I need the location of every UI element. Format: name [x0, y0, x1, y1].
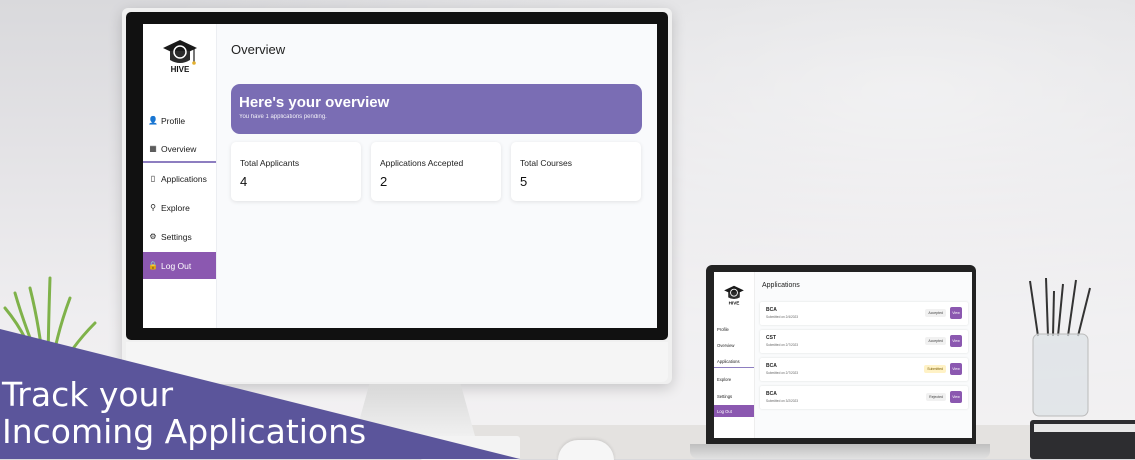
- banner-subtext: You have 1 applications pending.: [239, 114, 327, 120]
- page-title: Overview: [231, 42, 286, 57]
- monitor-bezel: HIVE 👤 Profile ▦ Overview ▯ Applications…: [126, 12, 668, 340]
- user-icon: 👤: [148, 116, 158, 125]
- banner-heading: Here's your overview: [239, 94, 390, 111]
- stat-value: 4: [240, 174, 248, 189]
- stat-value: 5: [520, 174, 528, 189]
- course-name: BCA: [766, 363, 777, 369]
- hive-logo: HIVE: [724, 285, 744, 305]
- sidebar-item-label: Log Out: [161, 260, 192, 271]
- view-button[interactable]: View: [950, 363, 962, 375]
- stat-label: Total Applicants: [240, 158, 300, 168]
- sidebar-item-label: Settings: [717, 393, 733, 399]
- view-button[interactable]: View: [950, 307, 962, 319]
- view-button[interactable]: View: [950, 335, 962, 347]
- sidebar-item-profile[interactable]: 👤 Profile: [143, 108, 216, 134]
- overview-banner: Here's your overview You have 1 applicat…: [231, 84, 642, 134]
- stat-label: Total Courses: [520, 158, 572, 168]
- sidebar-item-label: Log Out: [717, 408, 732, 414]
- sidebar-item-label: Overview: [161, 144, 197, 154]
- sidebar-item-explore[interactable]: Explore: [714, 373, 754, 385]
- sidebar-item-applications[interactable]: ▯ Applications: [143, 166, 216, 192]
- submitted-date: Submitted on 2/4/2023: [766, 315, 799, 319]
- submitted-date: Submitted on 2/7/2023: [766, 371, 799, 375]
- sidebar-item-logout[interactable]: Log Out: [714, 405, 754, 417]
- status-badge: Accepted: [925, 309, 946, 317]
- sidebar-item-label: Applications: [161, 174, 207, 184]
- view-button[interactable]: View: [950, 391, 962, 403]
- books-decoration: [1030, 420, 1135, 459]
- sidebar-item-label: Applications: [717, 359, 740, 364]
- caption-line-1: Track your: [2, 375, 174, 414]
- sidebar-item-overview[interactable]: Overview: [714, 339, 754, 351]
- stat-card-total-applicants: Total Applicants 4: [231, 142, 361, 201]
- sidebar-item-label: Explore: [717, 376, 732, 382]
- svg-text:HIVE: HIVE: [729, 300, 740, 305]
- laptop-sidebar: HIVE Profile Overview Applications Explo…: [714, 272, 755, 438]
- submitted-date: Submitted on 2/7/2023: [766, 343, 799, 347]
- desktop-monitor: HIVE 👤 Profile ▦ Overview ▯ Applications…: [122, 8, 672, 384]
- sidebar-item-settings[interactable]: ⚙ Settings: [143, 224, 216, 250]
- sidebar-item-label: Settings: [161, 232, 192, 242]
- dashboard-icon: ▦: [149, 144, 157, 153]
- stat-card-total-courses: Total Courses 5: [511, 142, 641, 201]
- laptop-screen: HIVE Profile Overview Applications Explo…: [714, 272, 972, 438]
- application-row: BCA Submitted on 2/7/2023 Submitted View: [760, 358, 968, 381]
- application-row: CST Submitted on 2/7/2023 Accepted View: [760, 330, 968, 353]
- caption-line-2: Incoming Applications: [2, 412, 367, 451]
- sidebar-item-label: Explore: [161, 203, 190, 213]
- stat-card-applications-accepted: Applications Accepted 2: [371, 142, 501, 201]
- sidebar-item-label: Profile: [161, 116, 186, 126]
- sidebar-item-profile[interactable]: Profile: [714, 323, 754, 335]
- sidebar-item-overview[interactable]: ▦ Overview: [143, 137, 216, 163]
- page-title: Applications: [762, 282, 800, 289]
- submitted-date: Submitted on 3/2/2023: [766, 399, 799, 403]
- course-name: BCA: [766, 391, 777, 397]
- sidebar-item-explore[interactable]: ⚲ Explore: [143, 195, 216, 221]
- application-row: BCA Submitted on 2/4/2023 Accepted View: [760, 302, 968, 325]
- sidebar-item-label: Profile: [717, 326, 729, 332]
- course-name: CST: [766, 335, 776, 341]
- hive-logo: HIVE: [163, 40, 197, 74]
- stat-value: 2: [380, 174, 388, 189]
- pencil-cup-decoration: [1029, 277, 1091, 417]
- document-icon: ▯: [150, 174, 156, 183]
- application-row: BCA Submitted on 3/2/2023 Rejected View: [760, 386, 968, 409]
- sidebar-item-settings[interactable]: Settings: [714, 390, 754, 402]
- status-badge: Rejected: [926, 393, 946, 401]
- mouse: [558, 440, 614, 460]
- laptop: HIVE Profile Overview Applications Explo…: [706, 265, 976, 445]
- caption: Track your Incoming Applications: [2, 376, 366, 450]
- course-name: BCA: [766, 307, 777, 313]
- laptop-base: [690, 444, 990, 459]
- lock-icon: 🔒: [148, 260, 158, 270]
- sidebar: HIVE 👤 Profile ▦ Overview ▯ Applications…: [143, 24, 217, 328]
- monitor-screen: HIVE 👤 Profile ▦ Overview ▯ Applications…: [143, 24, 657, 328]
- search-icon: ⚲: [150, 203, 156, 212]
- sidebar-item-applications[interactable]: Applications: [714, 356, 754, 368]
- status-badge: Accepted: [925, 337, 946, 345]
- sidebar-item-logout[interactable]: 🔒 Log Out: [143, 252, 216, 279]
- stat-label: Applications Accepted: [380, 158, 464, 168]
- gear-icon: ⚙: [149, 232, 157, 241]
- sidebar-item-label: Overview: [717, 342, 735, 348]
- status-badge: Submitted: [924, 365, 946, 373]
- svg-text:HIVE: HIVE: [171, 65, 190, 74]
